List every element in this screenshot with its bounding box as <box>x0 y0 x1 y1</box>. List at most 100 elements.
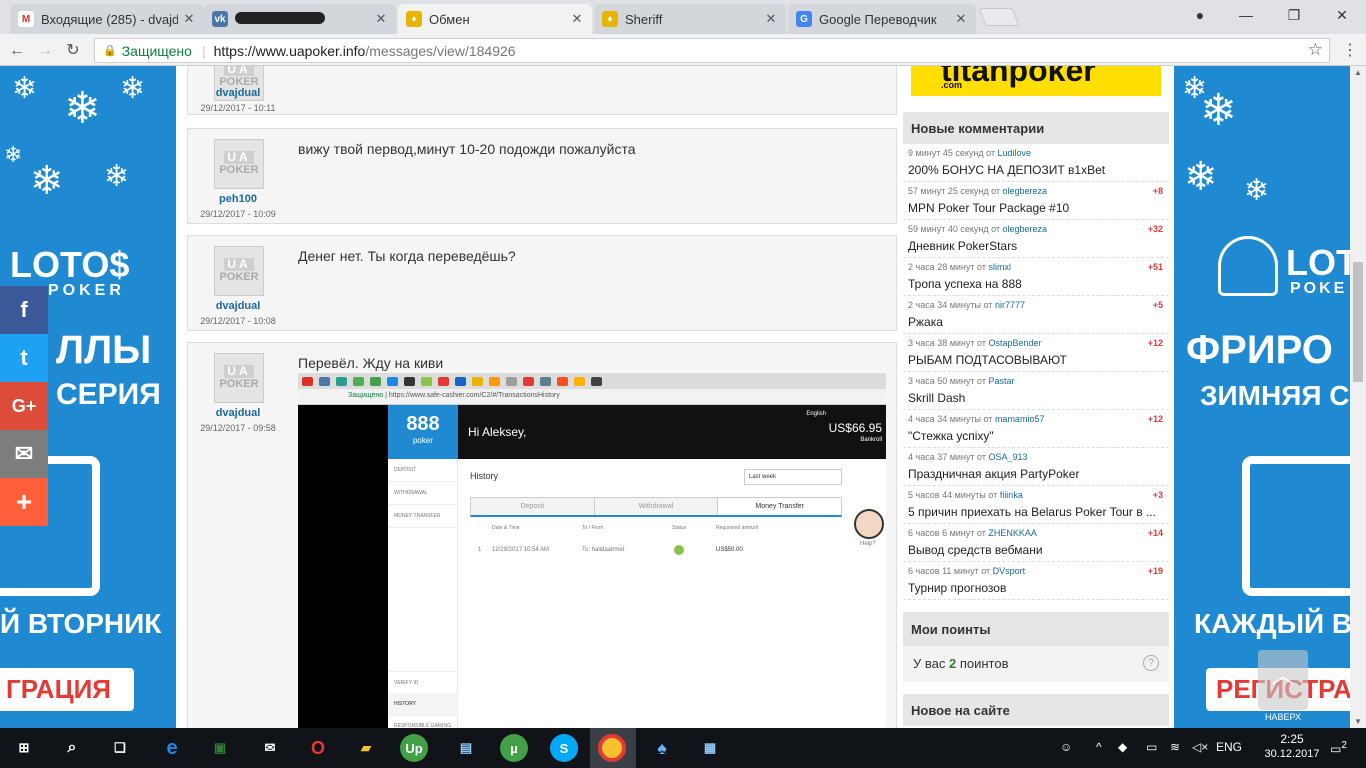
wifi-icon[interactable]: ≋ <box>1170 740 1180 754</box>
utorrent-icon[interactable]: µ <box>500 734 528 762</box>
store-icon[interactable]: ▣ <box>206 734 234 762</box>
comment-item[interactable]: 57 минут 25 секунд от olegbereza +8 MPN Po… <box>903 182 1169 220</box>
register-button[interactable]: ГРАЦИЯ <box>0 668 134 711</box>
comment-user[interactable]: mamamio57 <box>995 414 1045 424</box>
comment-item[interactable]: 59 минут 40 секунд от olegbereza +32 Дневн… <box>903 220 1169 258</box>
comment-title[interactable]: Вывод средств вебмани <box>908 543 1163 557</box>
comment-item[interactable]: 6 часов 11 минут от DVsport +19 Турнир про… <box>903 562 1169 600</box>
chrome-icon[interactable] <box>598 734 626 762</box>
close-window-icon[interactable]: ✕ <box>1322 4 1362 26</box>
twitter-share-button[interactable]: t <box>0 334 48 382</box>
battery-icon[interactable]: ▭ <box>1146 740 1157 754</box>
upwork-icon[interactable]: Up <box>400 734 428 762</box>
bookmark-star-icon[interactable]: ☆ <box>1308 40 1323 60</box>
comment-user[interactable]: slimxl <box>988 262 1011 272</box>
minimize-icon[interactable]: — <box>1226 4 1266 26</box>
comment-user[interactable]: Pastar <box>988 376 1014 386</box>
notifications-icon[interactable]: ▭2 <box>1330 740 1347 756</box>
reload-icon[interactable]: ↻ <box>62 40 84 62</box>
comment-user[interactable]: OSA_913 <box>988 452 1027 462</box>
clock-date[interactable]: 30.12.2017 <box>1262 748 1322 760</box>
tab-sheriff[interactable]: ♦ Sheriff ✕ <box>594 4 786 34</box>
comment-user[interactable]: nir7777 <box>995 300 1025 310</box>
back-to-top-button[interactable]: ︿ НАВЕРХ <box>1258 650 1308 722</box>
facebook-share-button[interactable]: f <box>0 286 48 334</box>
comment-title[interactable]: "Стежка успіху" <box>908 429 1163 443</box>
comment-title[interactable]: Ржака <box>908 315 1163 329</box>
comment-user[interactable]: OstapBender <box>988 338 1041 348</box>
comment-user[interactable]: olegbereza <box>1003 186 1048 196</box>
close-icon[interactable]: ✕ <box>570 11 584 27</box>
clock-time[interactable]: 2:25 <box>1262 732 1322 746</box>
comment-user[interactable]: Ludilove <box>998 148 1032 158</box>
dropbox-icon[interactable]: ◆ <box>1118 740 1127 754</box>
comment-user[interactable]: fiiinka <box>1000 490 1023 500</box>
pokerstars-icon[interactable]: ♠ <box>648 734 676 762</box>
avatar[interactable]: UA POKER <box>214 353 264 403</box>
comment-title[interactable]: Турнир прогнозов <box>908 581 1163 595</box>
skype-icon[interactable]: S <box>550 734 578 762</box>
comment-item[interactable]: 6 часов 6 минут от ZHENKKAA +14 Вывод сред… <box>903 524 1169 562</box>
opera-icon[interactable]: O <box>304 734 332 762</box>
avatar[interactable]: UA POKER <box>214 246 264 296</box>
scroll-down-arrow[interactable]: ▼ <box>1354 717 1362 726</box>
tab-vk[interactable]: vk ✕ <box>204 4 396 34</box>
comment-title[interactable]: Тропа успеха на 888 <box>908 277 1163 291</box>
mail-icon[interactable]: ✉ <box>256 734 284 762</box>
message-author[interactable]: dvajdual <box>188 407 288 419</box>
comment-item[interactable]: 4 часа 37 минут от OSA_913 Праздничная ак… <box>903 448 1169 486</box>
menu-icon[interactable]: ⋮ <box>1342 40 1358 60</box>
comment-item[interactable]: 5 часов 44 минуты от fiiinka +3 5 причин п… <box>903 486 1169 524</box>
forward-icon[interactable]: → <box>34 40 56 62</box>
comment-item[interactable]: 3 часа 38 минут от OstapBender +12 РЫБАМ П… <box>903 334 1169 372</box>
comment-title[interactable]: Праздничная акция PartyPoker <box>908 467 1163 481</box>
volume-icon[interactable]: ◁× <box>1192 740 1208 754</box>
search-icon[interactable]: ⌕ <box>58 734 86 762</box>
help-icon[interactable]: ? <box>1143 655 1159 671</box>
message-author[interactable]: peh100 <box>188 193 288 205</box>
app-icon[interactable]: ▤ <box>452 734 480 762</box>
message-author[interactable]: dvajdual <box>188 300 288 312</box>
attached-screenshot[interactable]: Защищено | https://www.safe-cashier.com/… <box>298 373 886 728</box>
comment-title[interactable]: Skrill Dash <box>908 391 1163 405</box>
tab-obmen[interactable]: ♦ Обмен ✕ <box>398 4 592 34</box>
avatar[interactable]: UA POKER <box>214 139 264 189</box>
user-icon[interactable]: ● <box>1180 4 1220 26</box>
comment-title[interactable]: MPN Poker Tour Package #10 <box>908 201 1163 215</box>
close-icon[interactable]: ✕ <box>182 11 196 27</box>
close-icon[interactable]: ✕ <box>954 11 968 27</box>
close-icon[interactable]: ✕ <box>764 11 778 27</box>
comment-user[interactable]: olegbereza <box>1003 224 1048 234</box>
comment-title[interactable]: 5 причин приехать на Belarus Poker Tour … <box>908 505 1163 519</box>
scroll-up-arrow[interactable]: ▲ <box>1354 68 1362 77</box>
comment-user[interactable]: DVsport <box>993 566 1026 576</box>
comment-item[interactable]: 4 часа 34 минуты от mamamio57 +12 "Стежка … <box>903 410 1169 448</box>
message-author[interactable]: dvajdual <box>188 87 288 99</box>
chevron-up-icon[interactable]: ^ <box>1096 740 1102 754</box>
comment-item[interactable]: 2 часа 28 минут от slimxl +51 Тропа успеха… <box>903 258 1169 296</box>
comment-user[interactable]: ZHENKKAA <box>988 528 1037 538</box>
close-icon[interactable]: ✕ <box>374 11 388 27</box>
address-input[interactable]: 🔒 Защищено | https://www.uapoker.info /m… <box>94 38 1330 63</box>
people-icon[interactable]: ☺ <box>1060 740 1072 754</box>
tab-gmail[interactable]: M Входящие (285) - dvajdu ✕ <box>10 4 204 34</box>
comment-item[interactable]: 9 минут 45 секунд от Ludilove 200% БОНУС … <box>903 144 1169 182</box>
googleplus-share-button[interactable]: G+ <box>0 382 48 430</box>
comment-item[interactable]: 3 часа 50 минут от Pastar Skrill Dash <box>903 372 1169 410</box>
app-icon[interactable]: ▦ <box>696 734 724 762</box>
page-scrollbar[interactable]: ▲ ▼ <box>1350 66 1366 728</box>
right-ad-banner[interactable]: ❄ ❄ ❄ ❄ LOT POKE ФРИРО ЗИМНЯЯ С КАЖДЫЙ В… <box>1174 66 1350 728</box>
comment-title[interactable]: Дневник PokerStars <box>908 239 1163 253</box>
comment-title[interactable]: РЫБАМ ПОДТАСОВЫВАЮТ <box>908 353 1163 367</box>
windows-start-icon[interactable]: ⊞ <box>10 734 38 762</box>
back-icon[interactable]: ← <box>6 40 28 62</box>
email-share-button[interactable]: ✉ <box>0 430 48 478</box>
more-share-button[interactable]: + <box>0 478 48 526</box>
edge-icon[interactable]: e <box>158 734 186 762</box>
language-indicator[interactable]: ENG <box>1216 740 1242 754</box>
tab-translate[interactable]: G Google Переводчик ✕ <box>788 4 976 34</box>
titanpoker-ad[interactable]: titanpoker .com <box>911 66 1161 96</box>
comment-title[interactable]: 200% БОНУС НА ДЕПОЗИТ в1xBet <box>908 163 1163 177</box>
task-view-icon[interactable]: ❏ <box>106 734 134 762</box>
maximize-icon[interactable]: ❐ <box>1274 4 1314 26</box>
